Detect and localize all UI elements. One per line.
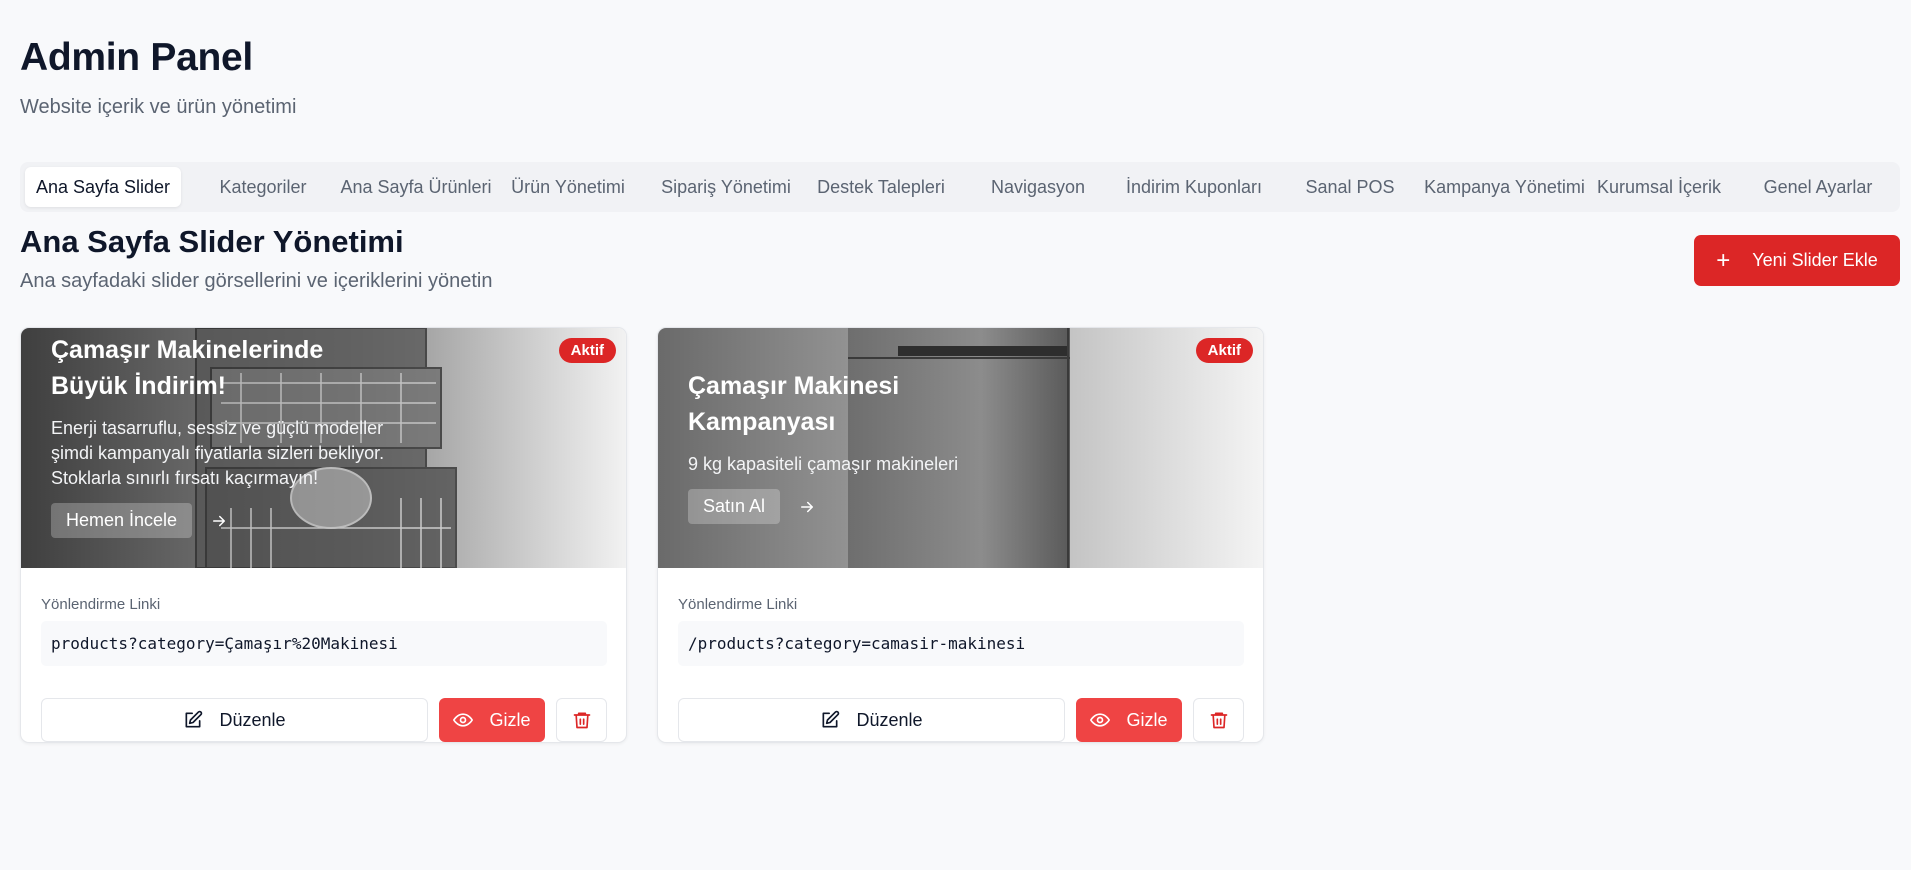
arrow-right-icon	[213, 515, 226, 526]
edit-icon	[822, 710, 840, 728]
trash-icon	[1210, 712, 1227, 729]
edit-button-label: Düzenle	[856, 709, 923, 730]
tab-urun-yonetimi[interactable]: Ürün Yönetimi	[498, 167, 638, 207]
tab-genel-ayarlar[interactable]: Genel Ayarlar	[1740, 167, 1896, 207]
tab-ana-sayfa-urunleri[interactable]: Ana Sayfa Ürünleri	[336, 167, 496, 207]
slider-title-line: Çamaşır Makinelerinde	[51, 336, 324, 364]
edit-button[interactable]: Düzenle	[678, 698, 1065, 742]
slider-title-line: Kampanyası	[688, 408, 836, 436]
eye-icon	[453, 713, 474, 727]
link-label: Yönlendirme Linki	[678, 596, 798, 613]
edit-button[interactable]: Düzenle	[41, 698, 428, 742]
add-slider-label: Yeni Slider Ekle	[1752, 250, 1878, 270]
slider-card: Çamaşır Makinesi Kampanyası 9 kg kapasit…	[657, 327, 1264, 743]
page-subtitle: Website içerik ve ürün yönetimi	[20, 96, 297, 118]
eye-icon	[1090, 713, 1111, 727]
edit-button-label: Düzenle	[219, 709, 286, 730]
slider-title-line: Büyük İndirim!	[51, 372, 227, 400]
tab-siparis-yonetimi[interactable]: Sipariş Yönetimi	[647, 167, 805, 207]
hide-button-label: Gizle	[489, 709, 531, 730]
tab-kategoriler[interactable]: Kategoriler	[188, 167, 338, 207]
tab-sanal-pos[interactable]: Sanal POS	[1272, 167, 1428, 207]
tab-kurumsal-icerik[interactable]: Kurumsal İçerik	[1586, 167, 1732, 207]
status-badge: Aktif	[1195, 338, 1253, 363]
tab-navigasyon[interactable]: Navigasyon	[960, 167, 1116, 207]
slider-actions: Düzenle Gizle	[41, 698, 607, 742]
slider-description: 9 kg kapasiteli çamaşır makineleri	[688, 454, 959, 474]
slider-cta: Hemen İncele	[51, 503, 228, 538]
trash-icon	[573, 712, 590, 729]
hide-button[interactable]: Gizle	[1076, 698, 1182, 742]
link-label: Yönlendirme Linki	[41, 596, 161, 613]
page-header: Admin Panel Website içerik ve ürün yönet…	[20, 36, 296, 119]
slider-image: Çamaşır Makinelerinde Büyük İndirim! Ene…	[21, 328, 626, 568]
slider-actions: Düzenle Gizle	[678, 698, 1244, 742]
slider-cta: Satın Al	[688, 489, 816, 524]
page-title: Admin Panel	[20, 36, 253, 79]
slider-title-line: Çamaşır Makinesi	[688, 372, 900, 400]
tab-destek-talepleri[interactable]: Destek Talepleri	[803, 167, 959, 207]
delete-button[interactable]	[1193, 698, 1244, 742]
link-value: /products?category=camasir-makinesi	[678, 621, 1244, 666]
delete-button[interactable]	[556, 698, 607, 742]
tab-ana-sayfa-slider[interactable]: Ana Sayfa Slider	[25, 167, 181, 207]
section-subtitle: Ana sayfadaki slider görsellerini ve içe…	[20, 270, 493, 292]
slider-details: Yönlendirme Linki products?category=Çama…	[41, 596, 607, 742]
slider-title: Çamaşır Makinesi Kampanyası	[688, 368, 1048, 440]
slider-image: Çamaşır Makinesi Kampanyası 9 kg kapasit…	[658, 328, 1263, 568]
hide-button[interactable]: Gizle	[439, 698, 545, 742]
section-title: Ana Sayfa Slider Yönetimi	[20, 224, 404, 259]
tab-indirim-kuponlari[interactable]: İndirim Kuponları	[1116, 167, 1272, 207]
add-slider-button[interactable]: + Yeni Slider Ekle	[1694, 235, 1900, 286]
tab-kampanya-yonetimi[interactable]: Kampanya Yönetimi	[1422, 167, 1587, 207]
hide-button-label: Gizle	[1126, 709, 1168, 730]
slider-card: Çamaşır Makinelerinde Büyük İndirim! Ene…	[20, 327, 627, 743]
slider-cta-label: Satın Al	[688, 489, 781, 524]
slider-text: Çamaşır Makinelerinde Büyük İndirim! Ene…	[51, 332, 411, 538]
arrow-right-icon	[801, 501, 814, 512]
plus-icon: +	[1716, 246, 1731, 274]
link-value: products?category=Çamaşır%20Makinesi	[41, 621, 607, 666]
edit-icon	[185, 710, 203, 728]
slider-details: Yönlendirme Linki /products?category=cam…	[678, 596, 1244, 742]
slider-text: Çamaşır Makinesi Kampanyası 9 kg kapasit…	[688, 368, 1048, 524]
slider-description: Enerji tasarruflu, sessiz ve güçlü model…	[51, 418, 385, 488]
status-badge: Aktif	[558, 338, 616, 363]
slider-cta-label: Hemen İncele	[51, 503, 193, 538]
tab-bar: Ana Sayfa Slider Kategoriler Ana Sayfa Ü…	[20, 162, 1900, 212]
slider-title: Çamaşır Makinelerinde Büyük İndirim!	[51, 332, 411, 404]
